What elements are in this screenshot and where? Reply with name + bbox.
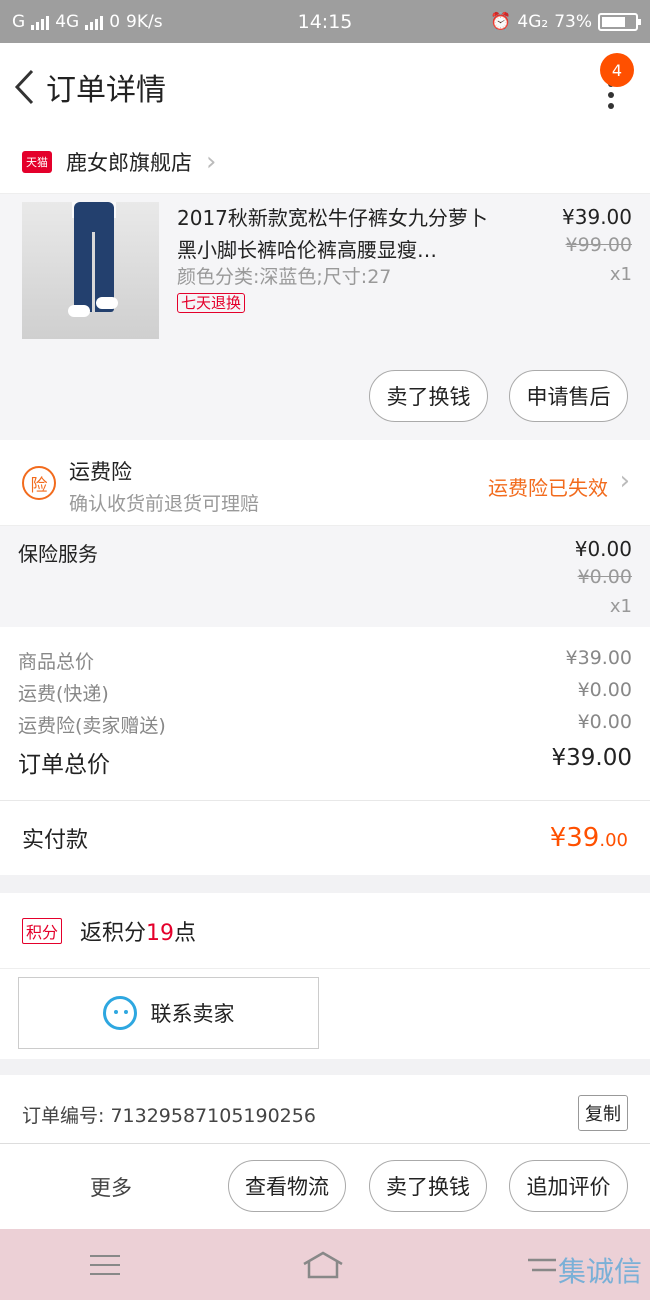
service-label: 保险服务 [18, 542, 98, 566]
product-sku: 颜色分类:深蓝色;尺寸:27 [177, 266, 392, 288]
points-row: 积分 返积分19点 [0, 893, 650, 969]
insurance-status: 运费险已失效 [488, 476, 608, 500]
sell-button[interactable]: 卖了换钱 [369, 370, 488, 422]
network-label: 4G [55, 11, 80, 32]
notification-badge: 4 [600, 53, 634, 87]
chevron-right-icon: › [206, 146, 217, 177]
alarm-icon: ⏰ [490, 11, 512, 32]
summary-value: ¥0.00 [577, 711, 632, 733]
points-number: 19 [146, 920, 175, 946]
paid-amount: ¥39 [549, 823, 600, 853]
order-total-label: 订单总价 [18, 752, 110, 778]
summary-value: ¥0.00 [577, 679, 632, 701]
carrier-label: G [12, 11, 26, 32]
bottom-action-bar: 更多 查看物流 卖了换钱 追加评价 [0, 1143, 650, 1229]
network-label-2: 4G₂ [517, 11, 549, 32]
summary-row: 商品总价 ¥39.00 [18, 647, 632, 674]
add-review-button[interactable]: 追加评价 [509, 1160, 628, 1212]
product-name[interactable]: 2017秋新款宽松牛仔裤女九分萝卜黑小脚长裤哈伦裤高腰显瘦… [177, 202, 497, 266]
store-row[interactable]: 天猫 鹿女郎旗舰店 › [0, 130, 650, 194]
order-item[interactable]: 2017秋新款宽松牛仔裤女九分萝卜黑小脚长裤哈伦裤高腰显瘦… 颜色分类:深蓝色;… [0, 194, 650, 440]
service-original-price: ¥0.00 [577, 566, 632, 588]
summary-row: 运费险(卖家赠送) ¥0.00 [18, 711, 632, 738]
product-image[interactable] [22, 202, 159, 339]
contact-seller-button[interactable]: 联系卖家 [18, 977, 319, 1049]
order-number: 订单编号: 71329587105190256 [22, 1105, 316, 1127]
insurance-desc: 确认收货前退货可理赔 [69, 493, 260, 515]
summary-value: ¥39.00 [565, 647, 632, 669]
points-suffix: 点 [174, 920, 197, 946]
insurance-icon: 险 [22, 466, 56, 500]
paid-row: 实付款 ¥39.00 [0, 800, 650, 875]
more-actions-button[interactable]: 更多 [90, 1172, 132, 1202]
summary-label: 运费险(卖家赠送) [18, 715, 166, 737]
sell-button-bottom[interactable]: 卖了换钱 [369, 1160, 487, 1212]
back-nav-icon[interactable] [526, 1254, 560, 1276]
data-count: 0 [109, 11, 121, 32]
points-prefix: 返积分 [80, 920, 147, 946]
home-icon[interactable] [301, 1250, 345, 1280]
back-button[interactable] [2, 43, 46, 130]
menu-icon[interactable] [90, 1254, 121, 1275]
price-summary: 商品总价 ¥39.00 运费(快递) ¥0.00 运费险(卖家赠送) ¥0.00… [0, 627, 650, 800]
order-total-value: ¥39.00 [551, 745, 632, 771]
signal-icon-2 [85, 14, 104, 30]
service-quantity: x1 [609, 596, 632, 617]
view-logistics-button[interactable]: 查看物流 [228, 1160, 346, 1212]
insurance-title: 运费险 [69, 460, 132, 484]
signal-icon [31, 14, 50, 30]
status-bar: G 4G 0 9K/s 14:15 ⏰ 4G₂ 73% [0, 0, 650, 43]
contact-section: 联系卖家 [0, 969, 650, 1059]
summary-label: 运费(快递) [18, 683, 109, 705]
summary-label: 商品总价 [18, 651, 95, 673]
watermark-logo: 集诚信 [557, 1255, 642, 1288]
order-info: 订单编号: 71329587105190256 复制 [0, 1075, 650, 1145]
order-total-row: 订单总价 ¥39.00 [18, 745, 632, 779]
chevron-right-icon: › [619, 466, 630, 496]
nav-bar: 订单详情 4 [0, 43, 650, 130]
store-name: 鹿女郎旗舰店 [66, 150, 192, 175]
copy-button[interactable]: 复制 [578, 1095, 628, 1131]
paid-cents: .00 [599, 830, 628, 851]
summary-row: 运费(快递) ¥0.00 [18, 679, 632, 706]
after-sale-button[interactable]: 申请售后 [509, 370, 628, 422]
item-original-price: ¥99.00 [565, 234, 632, 256]
shipping-insurance-row[interactable]: 险 运费险 确认收货前退货可理赔 运费险已失效 › [0, 440, 650, 526]
paid-label: 实付款 [22, 828, 89, 853]
battery-icon [598, 12, 641, 31]
service-price: ¥0.00 [574, 537, 632, 561]
points-text: 返积分19点 [80, 915, 196, 947]
item-price: ¥39.00 [562, 205, 632, 229]
speed-label: 9K/s [126, 11, 163, 32]
return-policy-tag: 七天退换 [177, 293, 246, 313]
system-nav-bar [0, 1229, 650, 1300]
tmall-icon: 天猫 [22, 150, 52, 173]
paid-value: ¥39.00 [550, 823, 628, 853]
battery-percent: 73% [554, 11, 592, 32]
page-title: 订单详情 [46, 72, 166, 108]
chat-smile-icon [102, 996, 137, 1030]
points-tag: 积分 [22, 917, 63, 944]
insurance-service-row: 保险服务 ¥0.00 ¥0.00 x1 [0, 526, 650, 627]
item-quantity: x1 [609, 264, 632, 285]
chevron-left-icon [14, 69, 34, 104]
contact-seller-label: 联系卖家 [150, 1002, 235, 1026]
